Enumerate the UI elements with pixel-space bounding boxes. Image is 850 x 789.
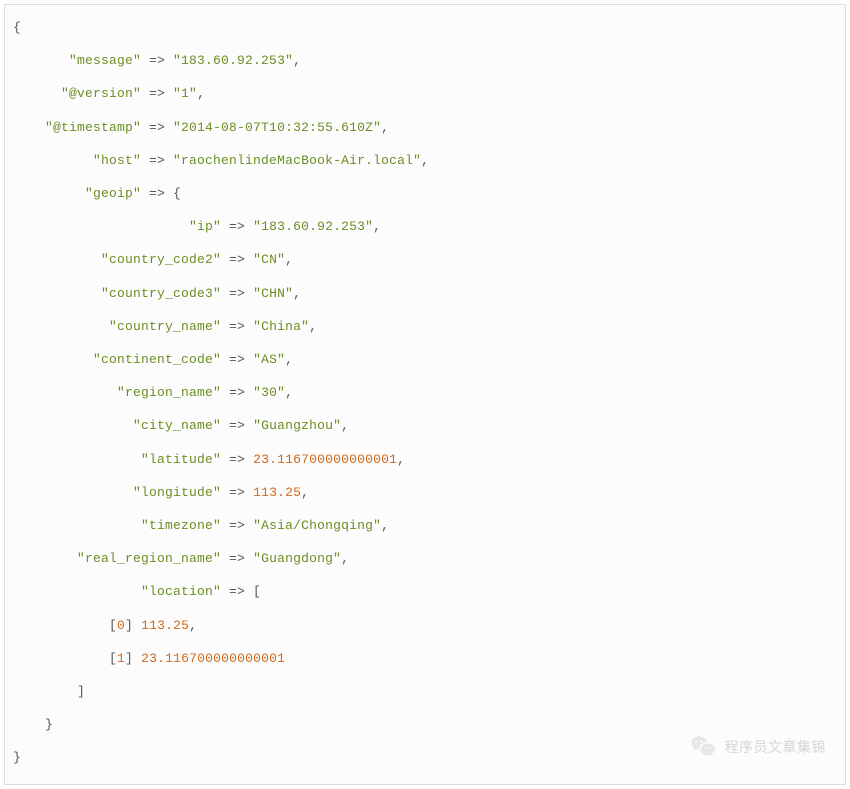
val-message: "183.60.92.253" — [173, 53, 293, 68]
wechat-icon — [689, 733, 717, 761]
val-longitude: 113.25 — [253, 485, 301, 500]
val-country-code2: "CN" — [253, 252, 285, 267]
key-host: "host" — [93, 153, 141, 168]
val-real-region-name: "Guangdong" — [253, 551, 341, 566]
key-country-code3: "country_code3" — [101, 286, 221, 301]
location-value-1: 23.116700000000001 — [141, 651, 285, 666]
val-country-name: "China" — [253, 319, 309, 334]
val-latitude: 23.116700000000001 — [253, 452, 397, 467]
val-timestamp: "2014-08-07T10:32:55.610Z" — [173, 120, 381, 135]
location-value-0: 113.25 — [141, 618, 189, 633]
key-version: "@version" — [61, 86, 141, 101]
val-country-code3: "CHN" — [253, 286, 293, 301]
location-index-0: 0 — [117, 618, 125, 633]
key-latitude: "latitude" — [141, 452, 221, 467]
key-country-name: "country_name" — [109, 319, 221, 334]
page: { "message" => "183.60.92.253", "@versio… — [0, 0, 850, 789]
watermark-text: 程序员文章集锦 — [725, 737, 827, 757]
key-message: "message" — [69, 53, 141, 68]
key-location: "location" — [141, 584, 221, 599]
key-ip: "ip" — [189, 219, 221, 234]
key-geoip: "geoip" — [85, 186, 141, 201]
val-host: "raochenlindeMacBook-Air.local" — [173, 153, 421, 168]
val-version: "1" — [173, 86, 197, 101]
code-block: { "message" => "183.60.92.253", "@versio… — [4, 4, 846, 785]
watermark: 程序员文章集锦 — [689, 733, 827, 761]
key-longitude: "longitude" — [133, 485, 221, 500]
val-timezone: "Asia/Chongqing" — [253, 518, 381, 533]
key-real-region-name: "real_region_name" — [77, 551, 221, 566]
val-continent-code: "AS" — [253, 352, 285, 367]
val-region-name: "30" — [253, 385, 285, 400]
key-region-name: "region_name" — [117, 385, 221, 400]
key-timestamp: "@timestamp" — [45, 120, 141, 135]
key-continent-code: "continent_code" — [93, 352, 221, 367]
key-timezone: "timezone" — [141, 518, 221, 533]
val-city-name: "Guangzhou" — [253, 418, 341, 433]
key-country-code2: "country_code2" — [101, 252, 221, 267]
key-city-name: "city_name" — [133, 418, 221, 433]
val-ip: "183.60.92.253" — [253, 219, 373, 234]
location-index-1: 1 — [117, 651, 125, 666]
